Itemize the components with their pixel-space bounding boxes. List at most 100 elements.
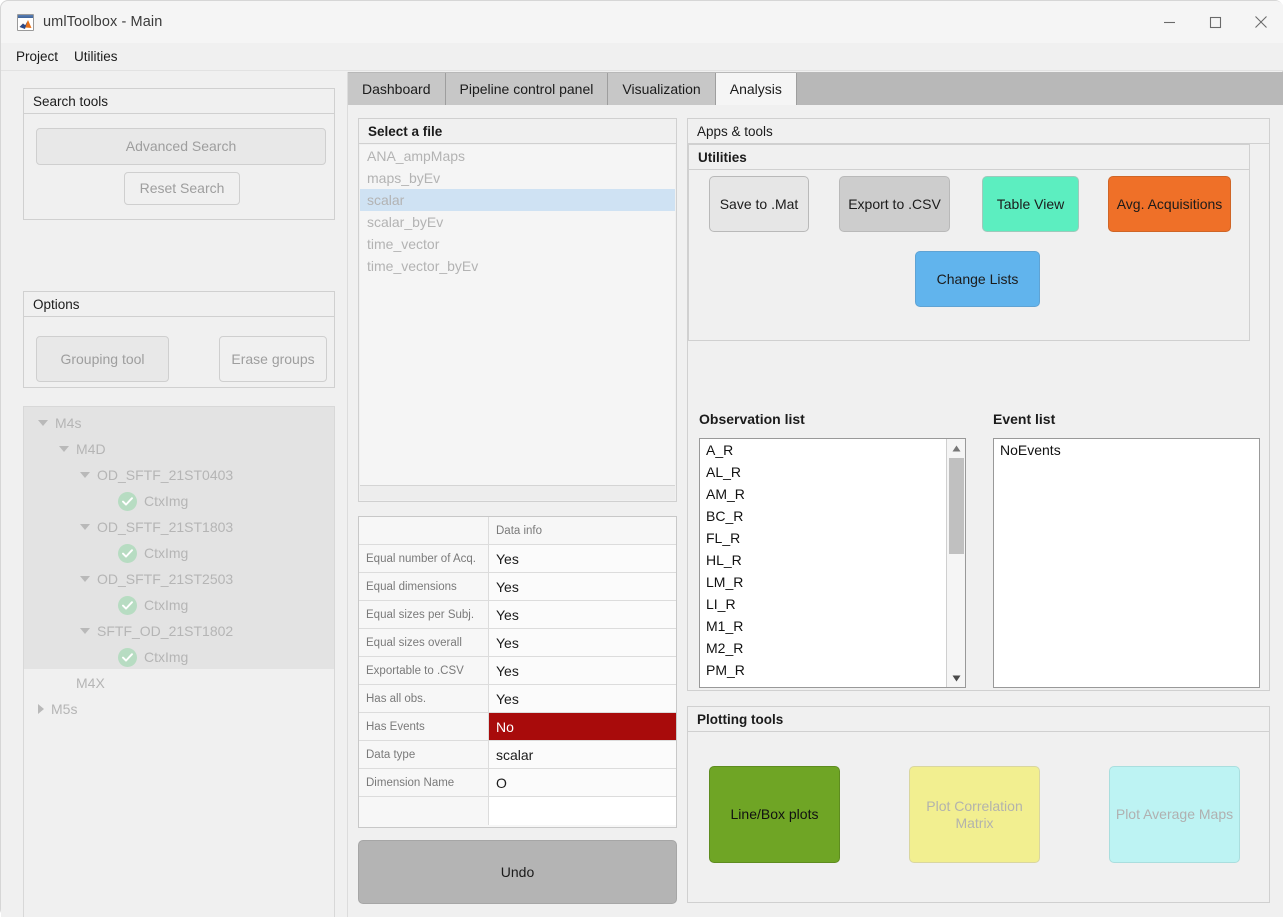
file-list[interactable]: ANA_ampMaps maps_byEv scalar scalar_byEv tim… bbox=[360, 145, 675, 485]
undo-button[interactable]: Undo bbox=[358, 840, 677, 904]
options-panel: Options Grouping tool Erase groups bbox=[23, 291, 335, 388]
chevron-down-icon[interactable] bbox=[80, 524, 90, 530]
chevron-right-icon[interactable] bbox=[38, 704, 44, 714]
table-row-label: Exportable to .CSV bbox=[359, 657, 489, 684]
list-item[interactable]: HL_R bbox=[700, 549, 965, 571]
export-to-csv-button[interactable]: Export to .CSV bbox=[839, 176, 950, 232]
table-view-button[interactable]: Table View bbox=[982, 176, 1079, 232]
table-row-label bbox=[359, 797, 489, 825]
tree-item-label: CtxImg bbox=[144, 545, 189, 561]
check-circle-icon bbox=[118, 595, 137, 615]
check-circle-icon bbox=[118, 543, 137, 563]
event-list[interactable]: NoEvents bbox=[993, 438, 1260, 688]
observation-list-scrollbar[interactable] bbox=[946, 439, 965, 687]
file-list-item[interactable]: time_vector bbox=[360, 233, 675, 255]
observation-list[interactable]: A_R AL_R AM_R BC_R FL_R HL_R LM_R LI_R M1_R M2_R P… bbox=[699, 438, 966, 688]
chevron-down-icon[interactable] bbox=[59, 446, 69, 452]
list-item[interactable]: PM_R bbox=[700, 659, 965, 681]
tree-item[interactable]: M4D bbox=[24, 436, 334, 462]
tree-item-label: SFTF_OD_21ST1802 bbox=[97, 623, 234, 639]
scroll-up-icon[interactable] bbox=[947, 440, 965, 456]
tree-item-label: OD_SFTF_21ST2503 bbox=[97, 571, 234, 587]
tree-item[interactable]: CtxImg bbox=[24, 540, 334, 566]
table-row-label: Dimension Name bbox=[359, 769, 489, 796]
tab-bar: Dashboard Pipeline control panel Visuali… bbox=[348, 72, 1283, 105]
tab-visualization[interactable]: Visualization bbox=[608, 73, 716, 105]
table-row: Equal dimensions Yes bbox=[359, 573, 676, 601]
event-list-rows[interactable]: NoEvents bbox=[994, 439, 1259, 461]
table-row: Data type scalar bbox=[359, 741, 676, 769]
table-row-value: Yes bbox=[489, 545, 676, 572]
select-file-title: Select a file bbox=[359, 119, 676, 144]
center-column: Select a file ANA_ampMaps maps_byEv scalar… bbox=[348, 105, 687, 917]
menu-bar: Project Utilities bbox=[1, 43, 1283, 71]
list-item[interactable]: LM_R bbox=[700, 571, 965, 593]
list-item[interactable]: A_R bbox=[700, 439, 965, 461]
tree-item-label: M5s bbox=[51, 701, 78, 717]
project-tree-panel[interactable]: M4s M4D OD_SFTF_21ST0403 CtxImg OD_SFTF_21ST… bbox=[23, 406, 335, 917]
chevron-down-icon[interactable] bbox=[80, 576, 90, 582]
tree-item[interactable]: CtxImg bbox=[24, 592, 334, 618]
window-title: umlToolbox - Main bbox=[43, 14, 163, 30]
table-row: Equal number of Acq. Yes bbox=[359, 545, 676, 573]
tab-pipeline-control-panel[interactable]: Pipeline control panel bbox=[445, 73, 609, 105]
change-lists-button[interactable]: Change Lists bbox=[915, 251, 1040, 307]
tree-item[interactable]: CtxImg bbox=[24, 644, 334, 670]
list-item[interactable]: NoEvents bbox=[994, 439, 1259, 461]
table-row bbox=[359, 797, 676, 825]
plot-correlation-matrix-button[interactable]: Plot Correlation Matrix bbox=[909, 766, 1040, 863]
file-list-item[interactable]: time_vector_byEv bbox=[360, 255, 675, 277]
observation-list-rows[interactable]: A_R AL_R AM_R BC_R FL_R HL_R LM_R LI_R M1_R M2_R P… bbox=[700, 439, 965, 681]
tree-item[interactable]: CtxImg bbox=[24, 488, 334, 514]
maximize-button[interactable] bbox=[1192, 1, 1238, 43]
tree-item[interactable]: OD_SFTF_21ST1803 bbox=[24, 514, 334, 540]
tree-item[interactable]: OD_SFTF_21ST0403 bbox=[24, 462, 334, 488]
file-list-item[interactable]: scalar_byEv bbox=[360, 211, 675, 233]
list-item[interactable]: M2_R bbox=[700, 637, 965, 659]
tree-item-label: M4s bbox=[55, 415, 82, 431]
grouping-tool-button[interactable]: Grouping tool bbox=[36, 336, 169, 382]
project-tree[interactable]: M4s M4D OD_SFTF_21ST0403 CtxImg OD_SFTF_21ST… bbox=[24, 407, 334, 722]
list-item[interactable]: FL_R bbox=[700, 527, 965, 549]
avg-acquisitions-button[interactable]: Avg. Acquisitions bbox=[1108, 176, 1231, 232]
tree-item[interactable]: M4s bbox=[24, 410, 334, 436]
chevron-down-icon[interactable] bbox=[80, 472, 90, 478]
chevron-down-icon[interactable] bbox=[38, 420, 48, 426]
close-button[interactable] bbox=[1238, 1, 1283, 43]
left-sidebar: Search tools Advanced Search Reset Searc… bbox=[1, 72, 348, 917]
list-item[interactable]: AM_R bbox=[700, 483, 965, 505]
reset-search-button[interactable]: Reset Search bbox=[124, 172, 240, 205]
list-item[interactable]: AL_R bbox=[700, 461, 965, 483]
scrollbar-thumb[interactable] bbox=[949, 458, 964, 554]
table-row: Equal sizes overall Yes bbox=[359, 629, 676, 657]
menu-item-utilities[interactable]: Utilities bbox=[73, 47, 119, 66]
list-item[interactable]: LI_R bbox=[700, 593, 965, 615]
tree-item[interactable]: SFTF_OD_21ST1802 bbox=[24, 618, 334, 644]
save-to-mat-button[interactable]: Save to .Mat bbox=[709, 176, 809, 232]
table-row-label: Has Events bbox=[359, 713, 489, 740]
menu-item-project[interactable]: Project bbox=[15, 47, 59, 66]
tab-dashboard[interactable]: Dashboard bbox=[348, 73, 446, 105]
line-box-plots-button[interactable]: Line/Box plots bbox=[709, 766, 840, 863]
list-item[interactable]: M1_R bbox=[700, 615, 965, 637]
file-list-item[interactable]: ANA_ampMaps bbox=[360, 145, 675, 167]
tree-item[interactable]: M5s bbox=[24, 696, 334, 722]
file-list-item[interactable]: scalar bbox=[360, 189, 675, 211]
list-item[interactable]: BC_R bbox=[700, 505, 965, 527]
table-row: Dimension Name O bbox=[359, 769, 676, 797]
file-list-item[interactable]: maps_byEv bbox=[360, 167, 675, 189]
tab-analysis[interactable]: Analysis bbox=[715, 73, 797, 105]
chevron-down-icon[interactable] bbox=[80, 628, 90, 634]
check-circle-icon bbox=[118, 491, 137, 511]
tree-item[interactable]: M4X bbox=[24, 670, 334, 696]
minimize-button[interactable] bbox=[1146, 1, 1192, 43]
tree-item[interactable]: OD_SFTF_21ST2503 bbox=[24, 566, 334, 592]
utilities-title: Utilities bbox=[689, 145, 1249, 170]
window-controls bbox=[1146, 1, 1283, 43]
advanced-search-button[interactable]: Advanced Search bbox=[36, 128, 326, 165]
scroll-down-icon[interactable] bbox=[947, 670, 965, 686]
erase-groups-button[interactable]: Erase groups bbox=[219, 336, 327, 382]
tree-item-label: OD_SFTF_21ST1803 bbox=[97, 519, 234, 535]
plot-average-maps-button[interactable]: Plot Average Maps bbox=[1109, 766, 1240, 863]
options-title: Options bbox=[24, 292, 334, 317]
